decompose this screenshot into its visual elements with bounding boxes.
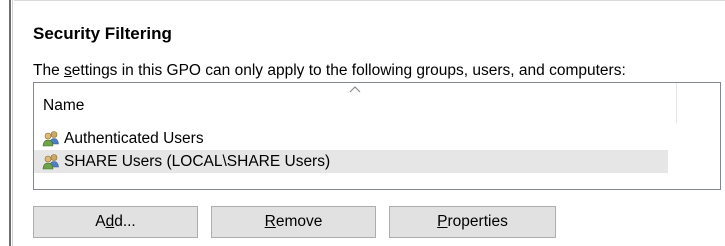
- list-item-label: Authenticated Users: [64, 130, 204, 147]
- section-title: Security Filtering: [33, 24, 172, 43]
- list-item[interactable]: Authenticated Users: [34, 127, 668, 150]
- add-button-post: d...: [114, 213, 136, 230]
- list-header: Name: [34, 83, 720, 123]
- column-header-name[interactable]: Name: [34, 83, 677, 123]
- chevron-up-icon: [349, 86, 361, 93]
- properties-button[interactable]: Properties: [389, 206, 556, 238]
- description-accelerator: s: [64, 62, 72, 79]
- list-rows: Authenticated Users SHARE Users (LOCAL\S…: [34, 127, 720, 173]
- description-post: ettings in this GPO can only apply to th…: [71, 62, 626, 79]
- add-button[interactable]: Add...: [33, 206, 198, 238]
- section-description: The settings in this GPO can only apply …: [33, 62, 626, 80]
- security-filter-list[interactable]: Name Authenticated Users SHARE Users (LO…: [33, 82, 721, 190]
- panel-left-border: [9, 0, 11, 246]
- list-item-selected[interactable]: SHARE Users (LOCAL\SHARE Users): [34, 150, 668, 173]
- column-header-label: Name: [43, 97, 85, 114]
- properties-button-accelerator: P: [437, 213, 448, 230]
- remove-button[interactable]: Remove: [211, 206, 376, 238]
- remove-button-accelerator: R: [264, 213, 276, 230]
- description-pre: The: [33, 62, 65, 79]
- properties-button-post: roperties: [447, 213, 508, 230]
- list-item-label: SHARE Users (LOCAL\SHARE Users): [64, 153, 331, 170]
- add-button-accelerator: d: [105, 213, 115, 230]
- panel-top-divider: [14, 0, 725, 1]
- users-group-icon: [42, 154, 59, 170]
- security-filtering-panel: Security Filtering The settings in this …: [0, 0, 725, 246]
- panel-left-border-inner: [12, 0, 13, 246]
- remove-button-post: emove: [275, 213, 323, 230]
- users-group-icon: [42, 131, 59, 147]
- add-button-pre: A: [95, 213, 106, 230]
